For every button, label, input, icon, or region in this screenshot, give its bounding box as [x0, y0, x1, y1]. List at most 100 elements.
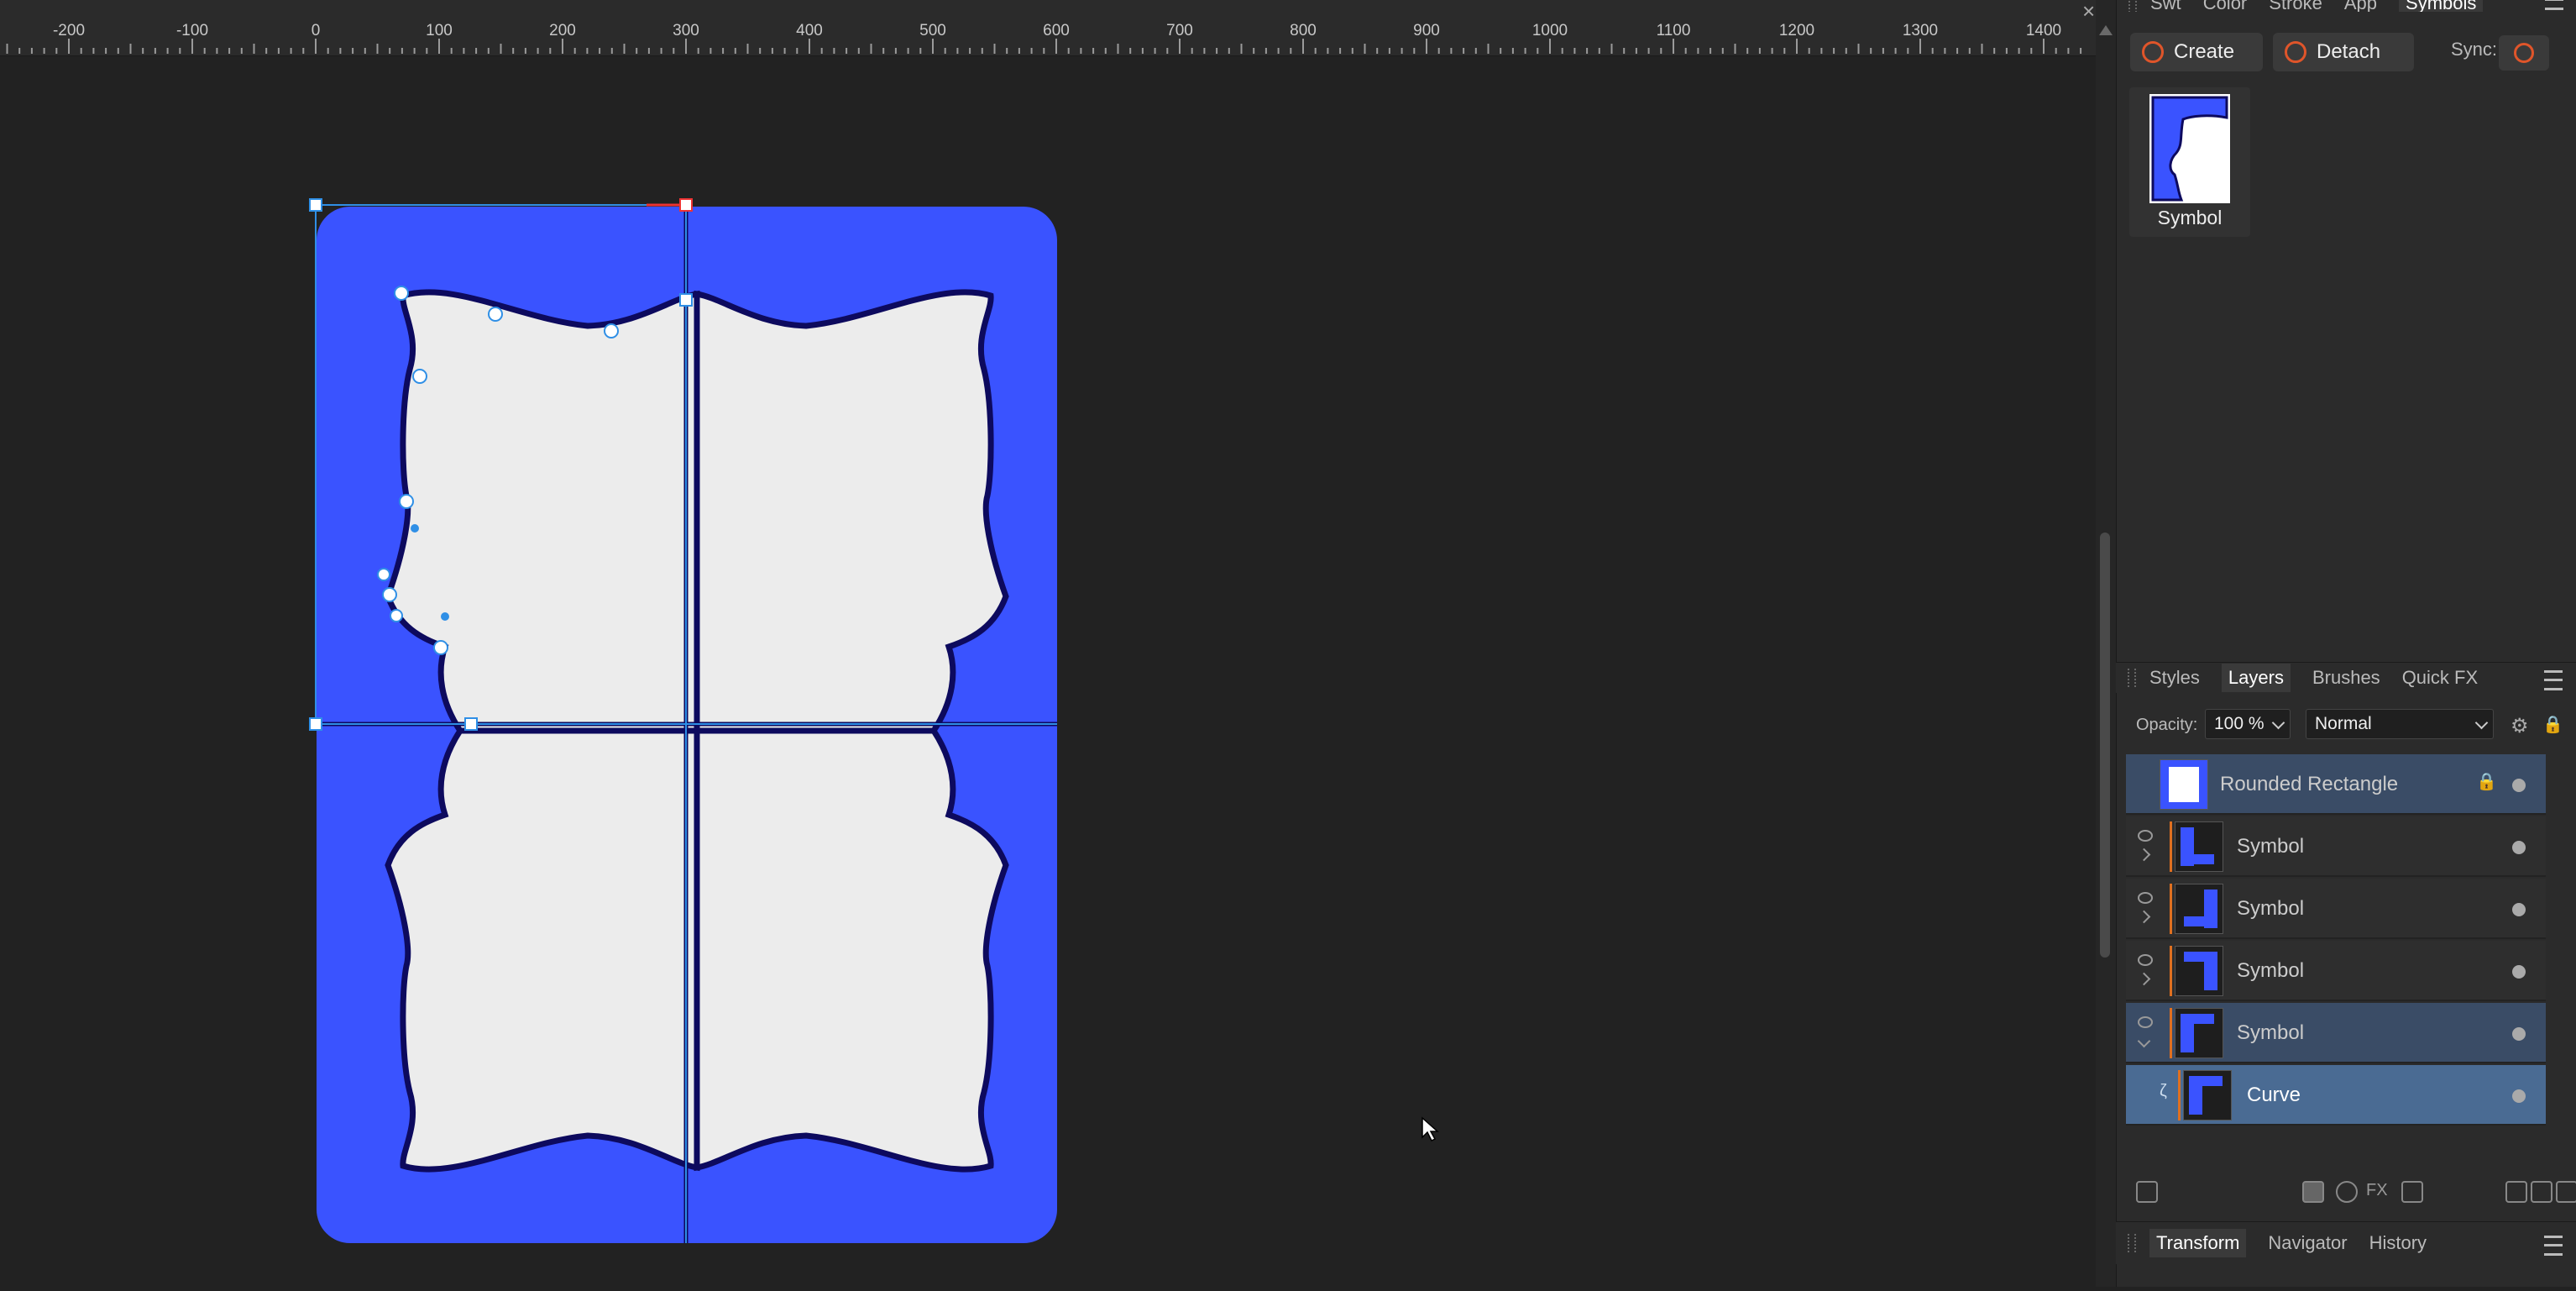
detach-label: Detach — [2317, 40, 2381, 63]
panel-menu-icon[interactable] — [2545, 0, 2563, 10]
tab-brushes[interactable]: Brushes — [2312, 667, 2380, 689]
canvas-area[interactable] — [0, 56, 2096, 1287]
layer-name[interactable]: Curve — [2247, 1084, 2301, 1107]
curve-node[interactable] — [399, 494, 414, 509]
symbol-preview — [2149, 94, 2230, 203]
opacity-field[interactable]: 100 % — [2205, 709, 2291, 739]
curve-node[interactable] — [433, 640, 448, 655]
bezier-control-point[interactable] — [441, 612, 449, 621]
sync-icon — [2514, 43, 2534, 63]
expand-arrow-icon[interactable] — [2137, 848, 2151, 862]
layer-thumbnail — [2175, 884, 2223, 934]
layer-row-symbol-expanded[interactable]: Symbol — [2126, 1003, 2546, 1063]
ruler-label: 600 — [1043, 22, 1070, 39]
add-layer-icon[interactable] — [2505, 1181, 2527, 1203]
visibility-dot[interactable] — [2512, 1089, 2526, 1103]
lock-icon[interactable]: 🔒 — [2542, 714, 2563, 735]
blend-mode-select[interactable]: Normal — [2306, 709, 2494, 739]
gear-icon[interactable]: ⚙ — [2511, 714, 2529, 738]
panel-grip-icon[interactable] — [2128, 0, 2137, 12]
selection-handle[interactable] — [309, 717, 322, 731]
bezier-control-point[interactable] — [411, 524, 419, 533]
group-layers-icon[interactable] — [2531, 1181, 2552, 1203]
close-icon[interactable]: × — [2082, 0, 2095, 22]
layer-name[interactable]: Symbol — [2237, 835, 2304, 858]
chevron-down-icon — [2271, 716, 2285, 730]
visibility-dot[interactable] — [2512, 965, 2526, 979]
create-symbol-button[interactable]: Create — [2130, 33, 2263, 71]
curve-node[interactable] — [604, 323, 619, 338]
visibility-dot[interactable] — [2512, 903, 2526, 916]
lock-icon[interactable]: 🔒 — [2476, 771, 2497, 792]
expand-arrow-icon[interactable] — [2137, 910, 2151, 924]
scroll-up-arrow-icon[interactable] — [2099, 25, 2113, 35]
tab-appearance[interactable]: App — [2344, 0, 2377, 12]
adjustment-icon[interactable] — [2336, 1181, 2358, 1203]
eye-icon[interactable] — [2138, 830, 2153, 842]
selection-handle[interactable] — [309, 198, 322, 212]
layer-thumbnail — [2175, 821, 2223, 872]
trash-icon[interactable] — [2556, 1181, 2576, 1203]
panel-grip-icon[interactable] — [2128, 669, 2136, 687]
symbol-card-label: Symbol — [2157, 207, 2223, 228]
symbol-marker — [2170, 821, 2172, 872]
curve-node[interactable] — [412, 369, 427, 384]
tab-color[interactable]: Color — [2203, 0, 2248, 12]
layer-name[interactable]: Rounded Rectangle — [2220, 773, 2398, 796]
curve-node[interactable] — [394, 286, 409, 301]
tab-styles[interactable]: Styles — [2149, 667, 2200, 689]
layer-name[interactable]: Symbol — [2237, 897, 2304, 921]
tab-symbols[interactable]: Symbols — [2399, 0, 2484, 12]
symbol-marker — [2170, 884, 2172, 934]
layer-row-symbol[interactable]: Symbol — [2126, 941, 2546, 1001]
selection-handle[interactable] — [679, 198, 693, 212]
tab-quick-fx[interactable]: Quick FX — [2402, 667, 2478, 689]
eye-icon[interactable] — [2138, 954, 2153, 966]
tab-layers[interactable]: Layers — [2221, 664, 2291, 692]
tab-transform[interactable]: Transform — [2149, 1229, 2247, 1257]
eye-icon[interactable] — [2138, 892, 2153, 904]
selection-handle[interactable] — [679, 293, 693, 307]
symbol-frame[interactable] — [388, 292, 1006, 1169]
top-tab-bar: Swt Color Stroke App Symbols — [2117, 0, 2576, 12]
tab-swatches[interactable]: Swt — [2150, 0, 2181, 12]
curve-node[interactable] — [488, 307, 503, 322]
layer-row-curve[interactable]: ζ Curve — [2126, 1065, 2546, 1126]
layer-thumbnail — [2160, 759, 2208, 810]
selection-handle[interactable] — [464, 717, 478, 731]
horizontal-ruler[interactable]: -200 -100 0 100 200 300 400 500 600 700 800 900 1000… — [0, 0, 2096, 56]
tab-history[interactable]: History — [2369, 1232, 2427, 1254]
arrange-icon[interactable] — [2136, 1181, 2158, 1203]
expand-arrow-icon[interactable] — [2137, 972, 2151, 986]
tab-stroke[interactable]: Stroke — [2269, 0, 2322, 12]
panel-menu-icon[interactable] — [2544, 670, 2563, 690]
layer-row-symbol[interactable]: Symbol — [2126, 816, 2546, 877]
panel-menu-icon[interactable] — [2544, 1236, 2563, 1256]
layer-row-rounded-rectangle[interactable]: Rounded Rectangle 🔒 — [2126, 754, 2546, 815]
visibility-dot[interactable] — [2512, 779, 2526, 792]
curve-node[interactable] — [377, 568, 390, 581]
eye-icon[interactable] — [2138, 1016, 2153, 1028]
layers-tab-bar: Styles Layers Brushes Quick FX — [2116, 662, 2576, 693]
vertical-scrollbar[interactable] — [2096, 0, 2116, 1287]
fx-icon[interactable]: FX — [2366, 1181, 2388, 1200]
live-filter-icon[interactable] — [2401, 1181, 2423, 1203]
mask-icon[interactable] — [2302, 1181, 2324, 1203]
panel-grip-icon[interactable] — [2128, 1234, 2136, 1252]
curve-node[interactable] — [382, 587, 397, 602]
layer-name[interactable]: Symbol — [2237, 1021, 2304, 1045]
visibility-dot[interactable] — [2512, 841, 2526, 854]
document-artboard[interactable] — [0, 56, 2096, 1287]
visibility-dot[interactable] — [2512, 1027, 2526, 1041]
opacity-value: 100 % — [2214, 714, 2264, 733]
layer-name[interactable]: Symbol — [2237, 959, 2304, 983]
curve-node[interactable] — [390, 609, 403, 622]
collapse-arrow-icon[interactable] — [2137, 1034, 2151, 1048]
scrollbar-thumb[interactable] — [2100, 533, 2110, 958]
layer-row-symbol[interactable]: Symbol — [2126, 879, 2546, 939]
symbol-thumbnail-card[interactable]: Symbol — [2129, 87, 2250, 237]
ruler-label: 900 — [1413, 22, 1440, 39]
tab-navigator[interactable]: Navigator — [2268, 1232, 2347, 1254]
detach-symbol-button[interactable]: Detach — [2273, 33, 2414, 71]
sync-toggle-button[interactable] — [2499, 35, 2549, 71]
